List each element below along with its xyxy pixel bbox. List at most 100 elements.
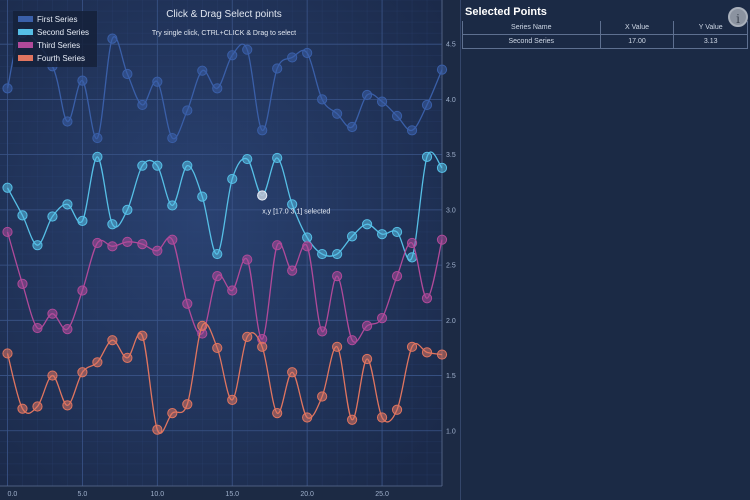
chart-area[interactable]: 0.0 5.0 10.0 15.0 20.0 25.0 1.0 1.5 2.0 2.5 3.0 3.5… — [0, 0, 460, 500]
third-series-point[interactable] — [182, 298, 193, 309]
second-series-point[interactable] — [361, 219, 373, 230]
third-series-point[interactable] — [92, 237, 103, 249]
fourth-series-point[interactable] — [376, 412, 388, 423]
second-series-point[interactable] — [17, 210, 28, 221]
fourth-series-point[interactable] — [287, 367, 298, 378]
fourth-series-point[interactable] — [272, 408, 283, 419]
fourth-series-point[interactable] — [391, 404, 403, 415]
fourth-series-point[interactable] — [227, 394, 238, 405]
second-series-point[interactable] — [62, 199, 73, 210]
first-series-point[interactable] — [137, 99, 148, 111]
fourth-series-point[interactable] — [182, 399, 193, 410]
third-series-point[interactable] — [436, 234, 448, 245]
second-series-point[interactable] — [347, 231, 358, 242]
second-series-point[interactable] — [77, 215, 88, 227]
first-series-point[interactable] — [212, 83, 223, 94]
first-series-point[interactable] — [107, 33, 118, 44]
second-series-point[interactable] — [137, 160, 148, 171]
first-series-point[interactable] — [152, 76, 163, 87]
second-series-point[interactable] — [92, 151, 103, 162]
legend-item-label[interactable]: Second Series — [37, 28, 89, 37]
second-series-point[interactable] — [182, 160, 193, 171]
third-series-point[interactable] — [302, 241, 313, 252]
fourth-series-point[interactable] — [317, 391, 328, 402]
first-series-point[interactable] — [376, 96, 388, 107]
third-series-point[interactable] — [77, 285, 88, 296]
first-series-point[interactable] — [2, 83, 13, 94]
fourth-series-point[interactable] — [137, 330, 148, 341]
fourth-series-point[interactable] — [421, 347, 433, 358]
second-series-point[interactable] — [376, 229, 388, 240]
fourth-series-point[interactable] — [406, 341, 418, 352]
fourth-series-point[interactable] — [107, 335, 118, 346]
second-series-point[interactable] — [122, 204, 133, 215]
first-series-point[interactable] — [122, 68, 133, 80]
first-series-point[interactable] — [182, 105, 193, 116]
third-series-point[interactable] — [361, 320, 373, 331]
third-series-point[interactable] — [242, 254, 253, 265]
second-series-point[interactable] — [436, 162, 448, 173]
third-series-point[interactable] — [2, 226, 13, 238]
third-series-point[interactable] — [347, 335, 358, 346]
first-series-point[interactable] — [62, 116, 73, 127]
third-series-point[interactable] — [421, 293, 433, 304]
first-series-point[interactable] — [257, 125, 268, 136]
fourth-series-point[interactable] — [92, 357, 103, 368]
first-series-point[interactable] — [272, 63, 283, 74]
first-series-point[interactable] — [227, 50, 238, 61]
fourth-series-point[interactable] — [212, 342, 223, 354]
second-series-point[interactable] — [212, 248, 223, 260]
first-series-point[interactable] — [332, 108, 343, 119]
second-series-point[interactable] — [197, 191, 208, 202]
fourth-series-point[interactable] — [17, 403, 28, 414]
third-series-point[interactable] — [122, 236, 133, 247]
first-series-point[interactable] — [242, 44, 253, 55]
second-series-point[interactable] — [32, 240, 43, 251]
fourth-series-point[interactable] — [47, 370, 58, 381]
second-series-point[interactable] — [421, 151, 433, 162]
third-series-point[interactable] — [62, 324, 73, 335]
fourth-series-point[interactable] — [302, 412, 313, 423]
fourth-series-point[interactable] — [242, 331, 253, 342]
column-header-series-name[interactable]: Series Name — [462, 21, 601, 35]
third-series-point[interactable] — [272, 240, 283, 251]
first-series-point[interactable] — [287, 52, 298, 63]
third-series-point[interactable] — [376, 313, 388, 324]
first-series-point[interactable] — [347, 121, 358, 133]
second-series-point[interactable] — [317, 248, 328, 260]
third-series-point[interactable] — [17, 278, 28, 289]
second-series-point[interactable] — [227, 173, 238, 185]
fourth-series-point[interactable] — [436, 349, 448, 360]
third-series-point[interactable] — [32, 322, 43, 334]
second-series-point[interactable] — [272, 152, 283, 164]
second-series-point[interactable] — [107, 219, 118, 230]
fourth-series-point[interactable] — [332, 341, 343, 352]
fourth-series-point[interactable] — [347, 414, 358, 425]
column-header-x-value[interactable]: X Value — [599, 21, 675, 35]
third-series-point[interactable] — [406, 237, 418, 249]
third-series-point[interactable] — [137, 239, 148, 250]
column-header-y-value[interactable]: Y Value — [673, 21, 748, 35]
first-series-point[interactable] — [197, 65, 208, 76]
second-series-point[interactable] — [167, 200, 178, 211]
second-series-point[interactable] — [242, 153, 253, 165]
third-series-point[interactable] — [317, 326, 328, 337]
legend-item-label[interactable]: Third Series — [37, 41, 80, 50]
second-series-point[interactable] — [302, 232, 313, 243]
second-series-point[interactable] — [391, 226, 403, 238]
second-series-point[interactable] — [332, 248, 343, 260]
first-series-point[interactable] — [77, 75, 88, 86]
fourth-series-point[interactable] — [197, 320, 208, 331]
first-series-point[interactable] — [436, 64, 448, 75]
third-series-point[interactable] — [332, 271, 343, 282]
table-row[interactable]: Second Series 17.00 3.13 — [462, 34, 748, 49]
third-series-point[interactable] — [227, 285, 238, 296]
fourth-series-point[interactable] — [167, 408, 178, 419]
second-series-point[interactable] — [152, 160, 163, 171]
third-series-point[interactable] — [47, 308, 58, 319]
second-series-point[interactable] — [47, 211, 58, 222]
legend-item-label[interactable]: Fourth Series — [37, 54, 85, 63]
third-series-point[interactable] — [391, 271, 403, 282]
chart-svg[interactable]: 0.0 5.0 10.0 15.0 20.0 25.0 1.0 1.5 2.0 2.5 3.0 3.5… — [0, 0, 460, 500]
first-series-point[interactable] — [317, 94, 328, 105]
